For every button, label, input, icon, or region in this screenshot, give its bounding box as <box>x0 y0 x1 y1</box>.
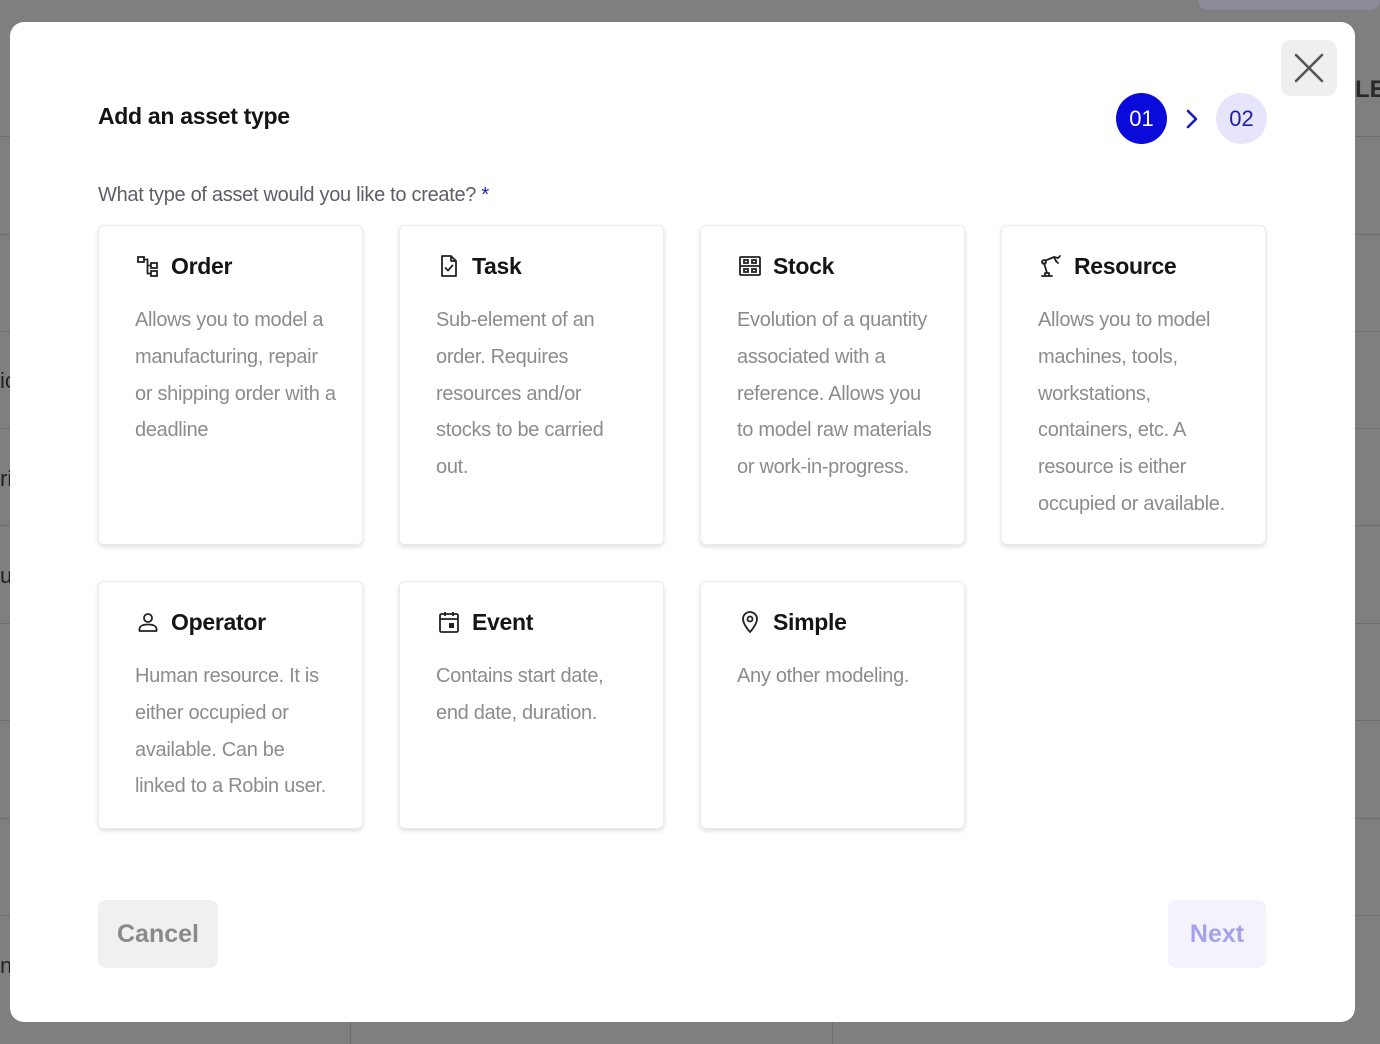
calendar-icon <box>436 609 462 635</box>
card-description: Allows you to model machines, tools, wor… <box>1038 309 1225 515</box>
card-title: Stock <box>773 252 835 279</box>
asset-type-card-task[interactable]: Task Sub-element of an order. Requires r… <box>399 225 664 545</box>
card-description: Human resource. It is either occupied or… <box>135 665 327 798</box>
background-row-divider <box>1355 331 1380 332</box>
location-pin-icon <box>737 609 763 635</box>
task-icon <box>436 253 462 279</box>
background-row-divider <box>1355 720 1380 721</box>
background-row-divider <box>0 525 10 526</box>
robot-arm-icon <box>1038 253 1064 279</box>
asset-type-card-event[interactable]: Event Contains start date, end date, dur… <box>399 581 664 829</box>
background-row-divider <box>0 915 10 916</box>
background-pill <box>1198 0 1380 10</box>
person-icon <box>135 609 161 635</box>
background-row-divider <box>1355 234 1380 235</box>
background-column-divider <box>832 1022 833 1044</box>
card-description: Sub-element of an order. Requires resour… <box>436 309 604 479</box>
cancel-button[interactable]: Cancel <box>98 900 218 968</box>
background-row-divider <box>0 720 10 721</box>
question-text: What type of asset would you like to cre… <box>98 184 477 206</box>
stepper: 01 02 <box>1116 93 1267 144</box>
close-button[interactable] <box>1281 40 1337 96</box>
background-row-divider <box>1355 136 1380 137</box>
step-1: 01 <box>1116 93 1167 144</box>
asset-type-card-resource[interactable]: Resource Allows you to model machines, t… <box>1001 225 1266 545</box>
chevron-right-icon <box>1167 108 1216 130</box>
card-title: Resource <box>1074 252 1177 279</box>
modal-title: Add an asset type <box>98 103 290 129</box>
card-title: Task <box>472 252 522 279</box>
background-row-divider <box>0 428 10 429</box>
background-row-divider <box>0 818 10 819</box>
card-title: Event <box>472 608 534 635</box>
order-icon <box>135 253 161 279</box>
add-asset-type-modal: Add an asset type 01 02 What type of ass… <box>10 22 1355 1022</box>
background-row-divider <box>0 331 10 332</box>
background-text: ic <box>0 368 10 393</box>
background-text: u <box>0 563 10 588</box>
asset-type-card-stock[interactable]: Stock Evolution of a quantity associated… <box>700 225 965 545</box>
close-icon <box>1294 53 1324 83</box>
background-column-header: LE <box>1355 76 1380 103</box>
background-text: ri <box>0 466 10 491</box>
card-description: Allows you to model a manufacturing, rep… <box>135 309 336 442</box>
card-title: Order <box>171 252 233 279</box>
background-row-divider <box>0 234 10 235</box>
card-title: Simple <box>773 608 847 635</box>
step-2: 02 <box>1216 93 1267 144</box>
background-row-divider <box>1355 525 1380 526</box>
card-title: Operator <box>171 608 266 635</box>
card-description: Any other modeling. <box>737 665 910 687</box>
background-text: n <box>0 953 10 978</box>
background-row-divider <box>1355 428 1380 429</box>
asset-type-card-simple[interactable]: Simple Any other modeling. <box>700 581 965 829</box>
required-marker: * <box>481 184 489 206</box>
background-row-divider <box>1355 818 1380 819</box>
asset-type-card-order[interactable]: Order Allows you to model a manufacturin… <box>98 225 363 545</box>
background-row-divider <box>0 136 10 137</box>
asset-type-card-operator[interactable]: Operator Human resource. It is either oc… <box>98 581 363 829</box>
card-description: Evolution of a quantity associated with … <box>737 309 932 479</box>
next-button[interactable]: Next <box>1168 900 1266 968</box>
background-column-divider <box>350 1022 351 1044</box>
card-description: Contains start date, end date, duration. <box>436 665 604 724</box>
background-row-divider <box>0 623 10 624</box>
asset-type-question: What type of asset would you like to cre… <box>98 184 489 207</box>
background-row-divider <box>1355 623 1380 624</box>
background-row-divider <box>1355 915 1380 916</box>
stock-icon <box>737 253 763 279</box>
